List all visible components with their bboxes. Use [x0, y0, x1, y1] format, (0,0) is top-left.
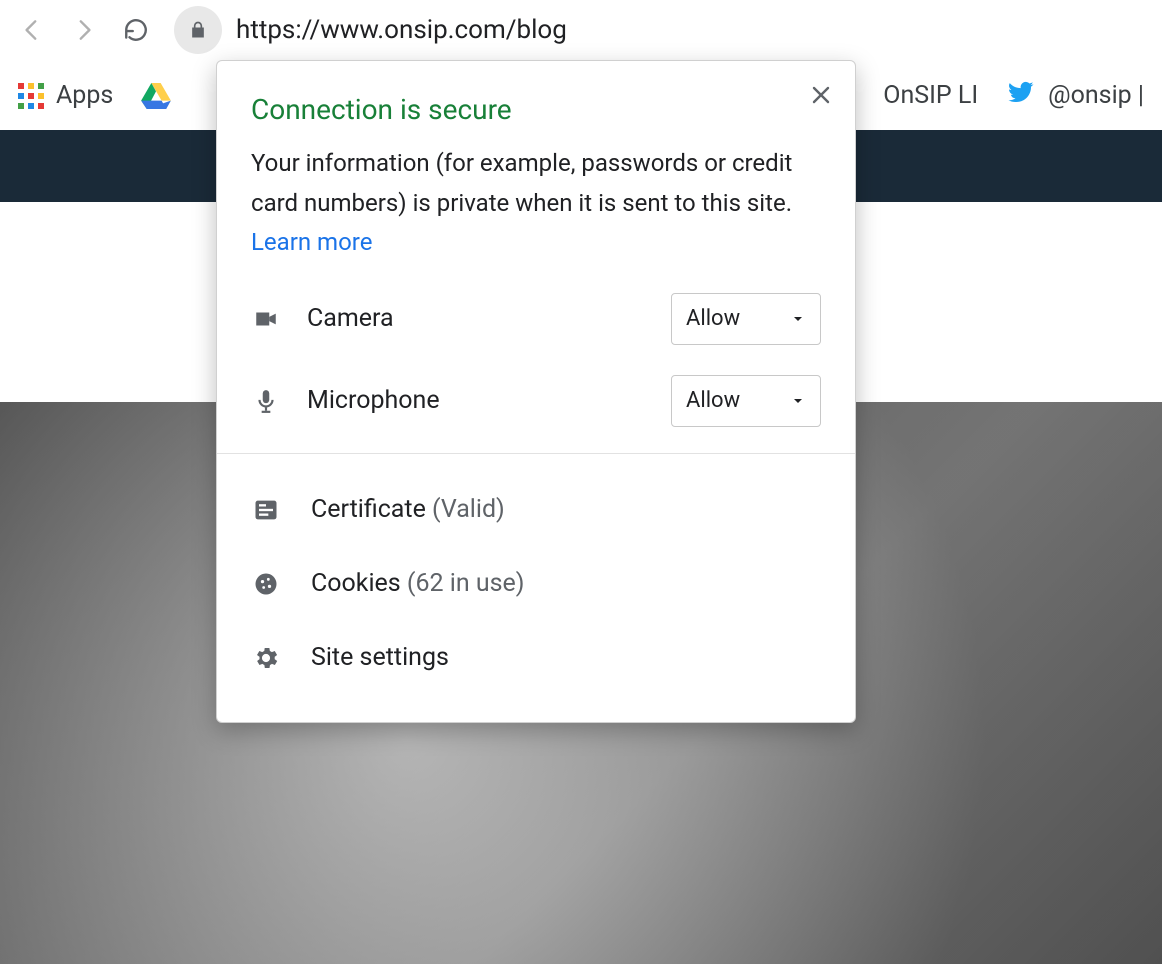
site-settings-label: Site settings [311, 643, 449, 672]
browser-toolbar: https://www.onsip.com/blog [0, 0, 1162, 60]
certificate-icon [251, 495, 281, 525]
cookies-label: Cookies [311, 569, 401, 598]
camera-permission-value: Allow [686, 306, 740, 331]
cookie-icon [251, 569, 281, 599]
drive-bookmark[interactable] [141, 83, 171, 109]
apps-label: Apps [56, 81, 113, 110]
microphone-permission-select[interactable]: Allow [671, 375, 821, 427]
onsip-li-bookmark[interactable]: OnSIP LI [883, 81, 978, 110]
back-button[interactable] [18, 16, 46, 44]
forward-button[interactable] [70, 16, 98, 44]
cookies-status: (62 in use) [407, 569, 525, 598]
gear-icon [251, 643, 281, 673]
chevron-down-icon [790, 393, 806, 409]
site-settings-row[interactable]: Site settings [251, 628, 821, 688]
lock-icon[interactable] [174, 6, 222, 54]
microphone-icon [251, 386, 281, 416]
microphone-permission-value: Allow [686, 388, 740, 413]
apps-grid-icon [18, 83, 44, 109]
close-icon[interactable] [809, 83, 833, 107]
camera-icon [251, 304, 281, 334]
onsip-li-label: OnSIP LI [883, 81, 978, 110]
camera-permission-select[interactable]: Allow [671, 293, 821, 345]
certificate-row[interactable]: Certificate (Valid) [251, 480, 821, 540]
connection-description-text: Your information (for example, passwords… [251, 149, 792, 217]
twitter-icon [1006, 77, 1036, 114]
site-info-popover: Connection is secure Your information (f… [216, 60, 856, 723]
connection-secure-title: Connection is secure [251, 93, 821, 126]
connection-description: Your information (for example, passwords… [251, 144, 821, 263]
twitter-bookmark[interactable]: @onsip | [1006, 77, 1144, 114]
onsip-handle-label: @onsip | [1048, 81, 1144, 110]
apps-shortcut[interactable]: Apps [18, 81, 113, 110]
camera-label: Camera [307, 304, 394, 333]
google-drive-icon [141, 83, 171, 109]
certificate-status: (Valid) [432, 495, 505, 524]
microphone-permission-row: Microphone Allow [251, 375, 821, 427]
camera-permission-row: Camera Allow [251, 293, 821, 345]
reload-button[interactable] [122, 16, 150, 44]
cookies-row[interactable]: Cookies (62 in use) [251, 554, 821, 614]
learn-more-link[interactable]: Learn more [251, 228, 372, 256]
microphone-label: Microphone [307, 386, 440, 415]
url-text: https://www.onsip.com/blog [236, 15, 567, 45]
certificate-label: Certificate [311, 495, 426, 524]
chevron-down-icon [790, 311, 806, 327]
address-bar[interactable]: https://www.onsip.com/blog [174, 6, 567, 54]
